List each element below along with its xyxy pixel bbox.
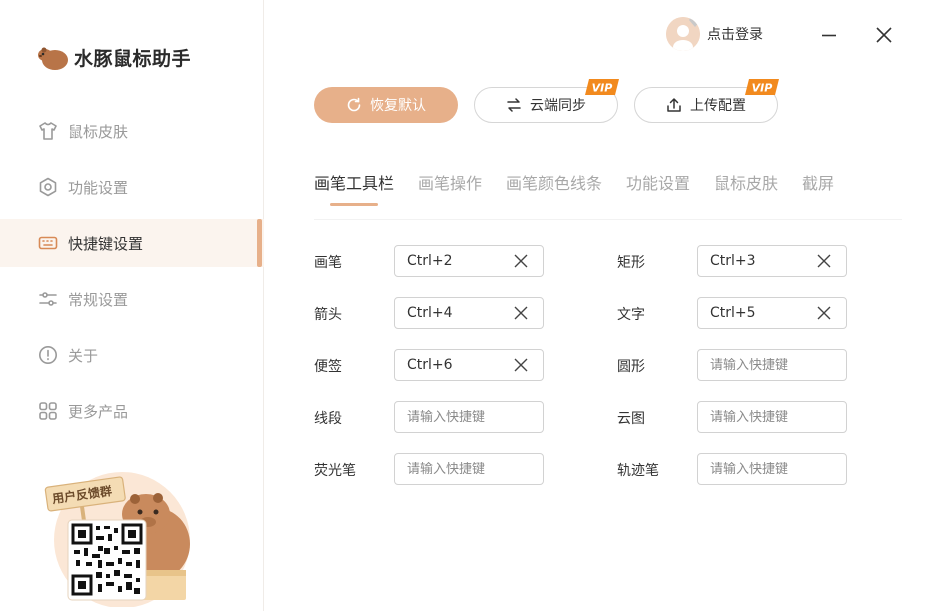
vip-badge-text: VIP <box>752 82 773 95</box>
shortcut-field-trail-pen[interactable] <box>697 453 847 485</box>
app-logo: 水豚鼠标助手 <box>36 40 191 74</box>
sidebar-item-label: 快捷键设置 <box>68 234 144 253</box>
shortcut-value: Ctrl+4 <box>407 305 453 321</box>
vip-badge-icon: VIP <box>745 79 779 95</box>
shortcut-field-circle[interactable] <box>697 349 847 381</box>
shortcut-field-sticky-note[interactable]: Ctrl+6 <box>394 349 544 381</box>
upload-config-label: 上传配置 <box>690 98 746 114</box>
feedback-illustration-icon <box>44 472 190 608</box>
sliders-icon <box>38 289 58 309</box>
capybara-logo-icon <box>38 47 68 70</box>
active-tab-indicator <box>330 203 378 206</box>
shortcut-input[interactable] <box>407 409 537 425</box>
shortcut-field-arrow[interactable]: Ctrl+4 <box>394 297 544 329</box>
sidebar-item-label: 鼠标皮肤 <box>68 122 129 141</box>
minimize-icon <box>822 34 836 37</box>
shortcut-value: Ctrl+3 <box>710 253 756 269</box>
cloud-sync-label: 云端同步 <box>530 98 586 114</box>
shortcut-input[interactable] <box>407 461 537 477</box>
cloud-sync-button[interactable]: 云端同步 VIP <box>474 79 619 123</box>
shortcut-label-rectangle: 矩形 <box>617 255 645 271</box>
clear-shortcut-button[interactable] <box>816 305 832 321</box>
tab-function-settings[interactable]: 功能设置 <box>626 170 690 194</box>
sidebar-item-label: 关于 <box>68 346 99 365</box>
shortcut-field-cloud[interactable] <box>697 401 847 433</box>
vip-badge-icon: VIP <box>585 79 619 95</box>
close-icon <box>514 254 528 268</box>
app-title: 水豚鼠标助手 <box>74 47 192 70</box>
close-button[interactable] <box>873 24 895 46</box>
login-button[interactable]: 点击登录 <box>666 17 763 51</box>
feedback-group-card[interactable]: 用户反馈群 <box>40 462 220 608</box>
sidebar-item-label: 常规设置 <box>68 290 129 309</box>
shortcut-label-circle: 圆形 <box>617 359 645 375</box>
shortcut-label-sticky-note: 便签 <box>314 359 342 375</box>
shortcut-field-highlighter[interactable] <box>394 453 544 485</box>
vip-badge-text: VIP <box>592 82 613 95</box>
tab-screenshot[interactable]: 截屏 <box>802 170 834 194</box>
close-icon <box>514 306 528 320</box>
sidebar-item-label: 更多产品 <box>68 402 129 421</box>
sidebar-item-mouse-skin[interactable]: 鼠标皮肤 <box>0 107 264 155</box>
sidebar-item-general-settings[interactable]: 常规设置 <box>0 275 264 323</box>
refresh-icon <box>346 97 362 113</box>
close-icon <box>817 254 831 268</box>
tab-pen-toolbar[interactable]: 画笔工具栏 <box>314 170 394 194</box>
tab-mouse-skin[interactable]: 鼠标皮肤 <box>714 170 778 194</box>
shortcut-field-rectangle[interactable]: Ctrl+3 <box>697 245 847 277</box>
settings-tabs: 画笔工具栏 画笔操作 画笔颜色线条 功能设置 鼠标皮肤 截屏 <box>314 170 902 220</box>
info-icon <box>38 345 58 365</box>
shortcut-input[interactable] <box>710 409 840 425</box>
clear-shortcut-button[interactable] <box>513 305 529 321</box>
shortcut-input[interactable] <box>710 461 840 477</box>
clear-shortcut-button[interactable] <box>513 357 529 373</box>
login-label: 点击登录 <box>707 27 763 43</box>
shortcut-label-arrow: 箭头 <box>314 307 342 323</box>
keyboard-icon <box>38 233 58 253</box>
sync-arrows-icon <box>506 97 522 113</box>
shortcut-input[interactable] <box>710 357 840 373</box>
upload-icon <box>666 97 682 113</box>
close-icon <box>514 358 528 372</box>
clear-shortcut-button[interactable] <box>513 253 529 269</box>
sidebar: 水豚鼠标助手 鼠标皮肤 功能设置 快捷键设置 常规设置 关于 更多产品 用户反馈… <box>0 0 264 611</box>
restore-default-label: 恢复默认 <box>370 98 426 114</box>
shortcut-value: Ctrl+2 <box>407 253 453 269</box>
close-icon <box>817 306 831 320</box>
avatar <box>666 17 700 51</box>
shortcut-field-text[interactable]: Ctrl+5 <box>697 297 847 329</box>
sidebar-item-label: 功能设置 <box>68 178 129 197</box>
sidebar-nav: 鼠标皮肤 功能设置 快捷键设置 常规设置 关于 更多产品 <box>0 107 264 443</box>
minimize-button[interactable] <box>818 24 840 46</box>
shortcut-value: Ctrl+6 <box>407 357 453 373</box>
shortcut-field-pen[interactable]: Ctrl+2 <box>394 245 544 277</box>
restore-default-button[interactable]: 恢复默认 <box>314 87 458 123</box>
shortcut-label-highlighter: 荧光笔 <box>314 463 356 479</box>
hexagon-gear-icon <box>38 177 58 197</box>
grid-icon <box>38 401 58 421</box>
sidebar-item-function-settings[interactable]: 功能设置 <box>0 163 264 211</box>
sidebar-item-more-products[interactable]: 更多产品 <box>0 387 264 435</box>
tab-pen-operation[interactable]: 画笔操作 <box>418 170 482 194</box>
shirt-icon <box>38 121 58 141</box>
upload-config-button[interactable]: 上传配置 VIP <box>634 79 779 123</box>
shortcut-label-cloud: 云图 <box>617 411 645 427</box>
shortcut-label-trail-pen: 轨迹笔 <box>617 463 659 479</box>
shortcut-label-line: 线段 <box>314 411 342 427</box>
sidebar-item-shortcut-settings[interactable]: 快捷键设置 <box>0 219 264 267</box>
diamond-icon <box>689 17 700 27</box>
close-icon <box>876 27 892 43</box>
shortcut-value: Ctrl+5 <box>710 305 756 321</box>
sidebar-item-about[interactable]: 关于 <box>0 331 264 379</box>
shortcut-label-pen: 画笔 <box>314 255 342 271</box>
shortcut-field-line[interactable] <box>394 401 544 433</box>
tab-pen-color-line[interactable]: 画笔颜色线条 <box>506 170 602 194</box>
shortcut-label-text: 文字 <box>617 307 645 323</box>
clear-shortcut-button[interactable] <box>816 253 832 269</box>
